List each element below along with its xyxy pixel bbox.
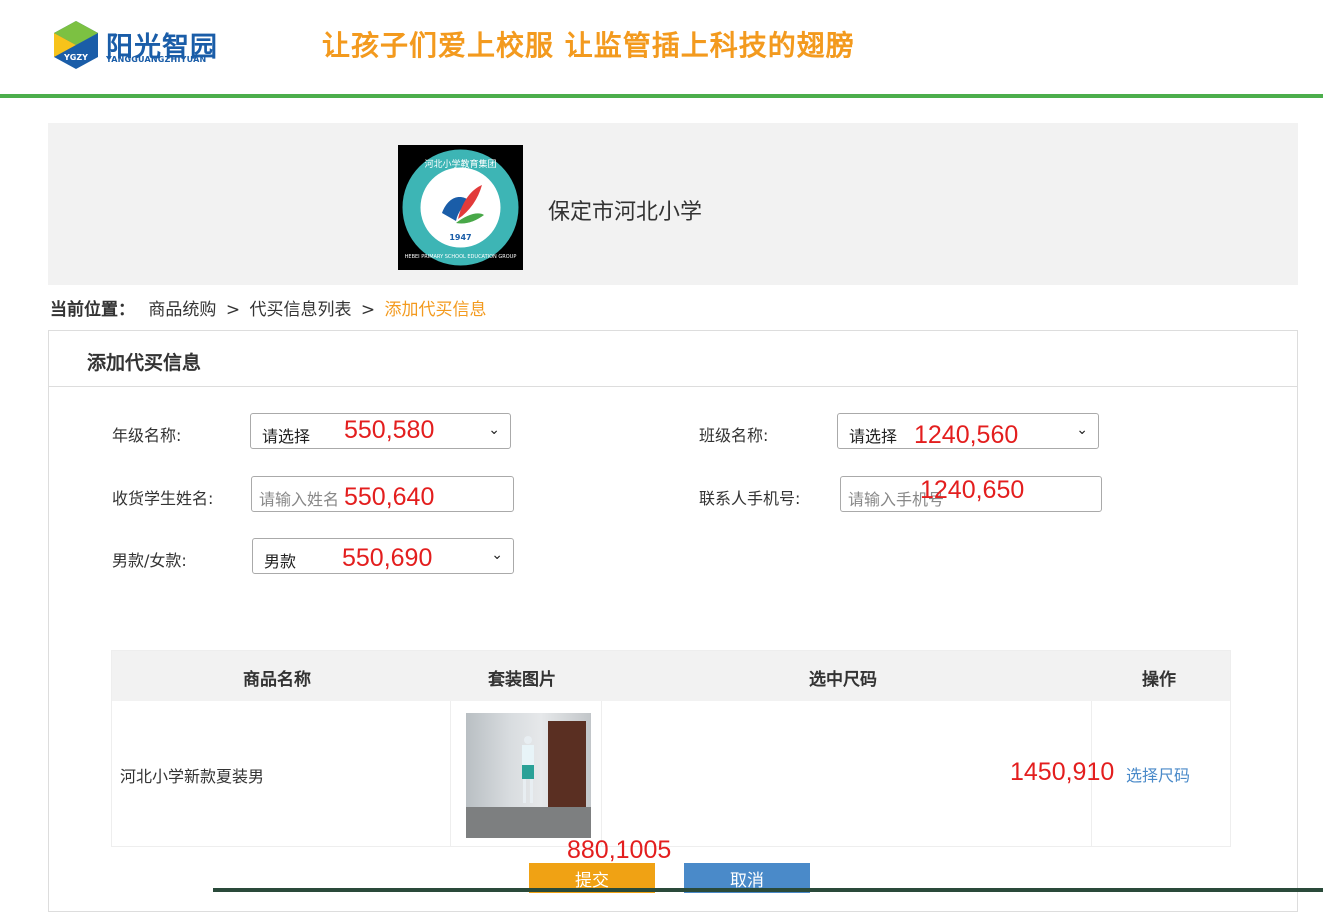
coordinate-label: 1240,560 (914, 421, 1019, 449)
site-logo[interactable]: YGZY 阳光智园 YANGGUANGZHIYUAN (52, 20, 222, 72)
column-header-product-name: 商品名称 (243, 670, 311, 690)
chevron-down-icon: ⌄ (491, 547, 503, 563)
product-table: 商品名称 套装图片 选中尺码 操作 河北小学新款夏装男 选择尺码 (111, 650, 1231, 847)
chevron-down-icon: ⌄ (1076, 422, 1088, 438)
product-image[interactable] (466, 713, 591, 838)
school-logo: 1947 河北小学教育集团 HEBEI PRIMARY SCHOOL EDUCA… (398, 145, 523, 270)
breadcrumb-item-product-purchase[interactable]: 商品统购 (148, 300, 216, 320)
column-header-set-image: 套装图片 (488, 670, 556, 690)
coordinate-label: 880,1005 (567, 836, 672, 864)
select-size-link[interactable]: 选择尺码 (1126, 762, 1190, 786)
grade-select-value: 请选择 (262, 427, 311, 446)
school-emblem-sub-text: HEBEI PRIMARY SCHOOL EDUCATION GROUP (405, 254, 517, 260)
logo-hexagon-icon: YGZY (54, 21, 98, 69)
coordinate-label: 550,690 (342, 544, 433, 572)
breadcrumb-current: 添加代买信息 (384, 300, 487, 320)
column-header-selected-size: 选中尺码 (809, 670, 877, 690)
class-label: 班级名称: (699, 426, 769, 445)
school-banner: 1947 河北小学教育集团 HEBEI PRIMARY SCHOOL EDUCA… (48, 123, 1298, 285)
column-divider (601, 701, 602, 846)
grade-label: 年级名称: (112, 426, 182, 445)
school-emblem-year: 1947 (449, 233, 471, 242)
header-slogan: 让孩子们爱上校服 让监管插上科技的翅膀 (322, 29, 855, 62)
column-divider (450, 701, 451, 846)
add-proxy-panel: 添加代买信息 年级名称: 请选择 ⌄ 班级名称: 请选择 ⌄ 收货学生姓名: 请… (48, 330, 1298, 912)
class-select-value: 请选择 (849, 427, 898, 446)
gender-select-value: 男款 (264, 552, 297, 571)
breadcrumb-separator: > (360, 300, 376, 320)
mannequin-icon (522, 736, 534, 803)
school-emblem-icon: 1947 河北小学教育集团 HEBEI PRIMARY SCHOOL EDUCA… (402, 149, 519, 266)
coordinate-label: 1450,910 (1010, 758, 1115, 786)
student-name-label: 收货学生姓名: (112, 489, 214, 508)
student-name-placeholder: 请输入姓名 (259, 490, 340, 509)
coordinate-label: 550,580 (344, 416, 435, 444)
breadcrumb-item-proxy-list[interactable]: 代买信息列表 (249, 300, 351, 320)
school-emblem-ring-text: 河北小学教育集团 (424, 158, 496, 170)
panel-divider (49, 386, 1297, 387)
image-door (548, 721, 586, 813)
gender-label: 男款/女款: (112, 551, 187, 570)
site-header: YGZY 阳光智园 YANGGUANGZHIYUAN 让孩子们爱上校服 让监管插… (0, 0, 1323, 94)
phone-label: 联系人手机号: (699, 489, 801, 508)
product-name-cell: 河北小学新款夏装男 (120, 767, 265, 786)
breadcrumb-separator: > (225, 300, 241, 320)
footer-line (213, 888, 1323, 892)
logo-subtext: YANGGUANGZHIYUAN (106, 55, 207, 64)
chevron-down-icon: ⌄ (488, 422, 500, 438)
coordinate-label: 1240,650 (920, 476, 1025, 504)
header-accent-bar (0, 94, 1323, 98)
logo-badge-text: YGZY (63, 53, 88, 62)
coordinate-label: 550,640 (344, 483, 435, 511)
breadcrumb-label: 当前位置： (50, 300, 135, 320)
school-name: 保定市河北小学 (548, 200, 703, 225)
breadcrumb: 当前位置： 商品统购 > 代买信息列表 > 添加代买信息 (50, 295, 487, 320)
panel-title: 添加代买信息 (87, 352, 202, 374)
column-header-actions: 操作 (1142, 670, 1176, 690)
table-header: 商品名称 套装图片 选中尺码 操作 (112, 651, 1230, 701)
image-floor (466, 807, 591, 838)
